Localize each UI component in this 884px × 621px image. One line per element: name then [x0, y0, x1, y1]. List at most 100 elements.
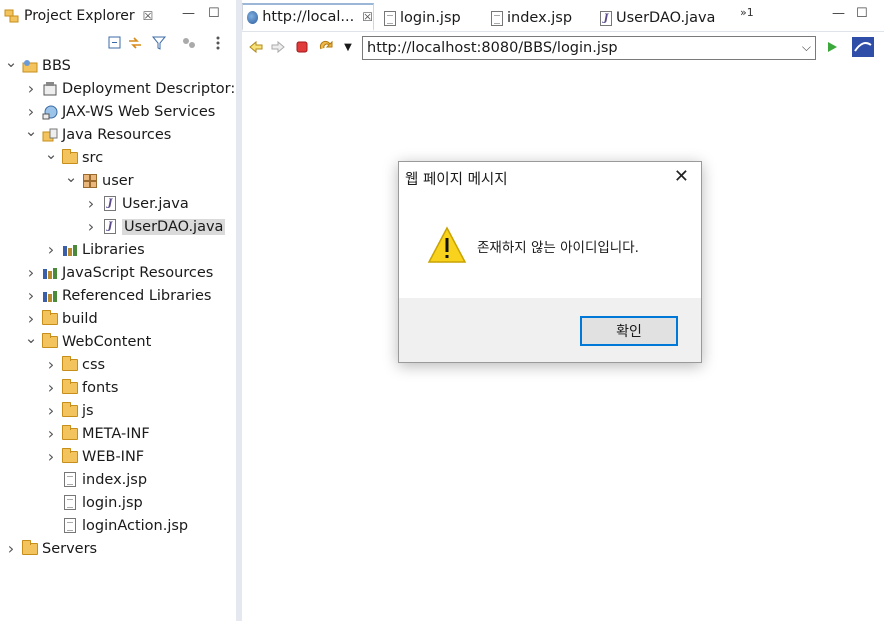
view-menu-icon[interactable] [210, 35, 226, 51]
package-icon [82, 173, 98, 189]
url-field[interactable]: http://localhost:8080/BBS/login.jsp ⌵ [362, 36, 816, 60]
chevron-right-icon[interactable]: › [24, 79, 38, 98]
back-icon[interactable] [248, 39, 264, 55]
tree-item[interactable]: › J UserDAO.java [84, 215, 226, 238]
close-icon[interactable]: ☒ [143, 9, 154, 23]
source-folder-icon [62, 148, 78, 166]
tree-item[interactable]: ⌄ WebContent [24, 329, 152, 353]
minimize-icon[interactable]: — [832, 6, 845, 21]
tree-item-label: User.java [122, 195, 189, 212]
tree-item[interactable]: › META-INF [44, 422, 150, 445]
tree-item[interactable]: › J User.java [84, 192, 189, 215]
java-resources-icon [42, 127, 58, 143]
tree-item[interactable]: ⌄ BBS [4, 53, 71, 77]
forward-icon[interactable] [270, 39, 286, 55]
browser-toolbar: ▼ http://localhost:8080/BBS/login.jsp ⌵ [242, 34, 884, 62]
tree-item[interactable]: › build [24, 307, 98, 330]
tree-item[interactable]: › Deployment Descriptor: B [24, 77, 236, 100]
chevron-right-icon[interactable]: › [44, 355, 58, 374]
go-icon[interactable] [824, 39, 840, 55]
tree-item[interactable]: › JavaScript Resources [24, 261, 214, 284]
tab-label: index.jsp [507, 10, 573, 26]
chevron-down-icon[interactable]: ⌵ [802, 40, 811, 55]
focus-icon[interactable] [181, 35, 197, 51]
maximize-icon[interactable]: ☐ [856, 6, 868, 21]
project-explorer-view: Project Explorer ☒ — ☐ ⌄ BBS › Deployment D… [0, 0, 236, 621]
chevron-right-icon[interactable]: › [24, 286, 38, 305]
chevron-down-icon[interactable]: ⌄ [44, 145, 58, 163]
chevron-right-icon[interactable]: › [84, 194, 98, 213]
jsp-file-icon [384, 10, 396, 26]
chevron-down-icon[interactable]: ⌄ [24, 329, 38, 347]
tree-item[interactable]: › Libraries [44, 238, 145, 261]
close-icon[interactable]: ✕ [674, 166, 689, 187]
view-toolbar [0, 32, 236, 54]
refresh-icon[interactable] [318, 39, 334, 55]
tree-item-label: BBS [42, 57, 71, 74]
minimize-icon[interactable]: — [182, 6, 195, 21]
stop-icon[interactable] [294, 39, 310, 55]
ok-button[interactable]: 확인 [580, 316, 678, 346]
tab-userdao-java[interactable]: J UserDAO.java [594, 5, 715, 31]
tree-item[interactable]: › js [44, 399, 94, 422]
editor-tab-bar: http://local... ☒ login.jsp index.jsp J … [242, 0, 884, 32]
tree-item-label: JAX-WS Web Services [62, 103, 216, 120]
tree-item-label: build [62, 310, 98, 327]
chevron-down-icon[interactable]: ▼ [340, 39, 356, 55]
tree-item[interactable]: ⌄ user [64, 168, 134, 192]
chevron-right-icon[interactable]: › [44, 378, 58, 397]
folder-icon [62, 378, 78, 396]
tree-item[interactable]: › WEB-INF [44, 445, 144, 468]
chevron-right-icon[interactable]: › [24, 102, 38, 121]
jsp-file-icon [62, 494, 78, 511]
tree-item[interactable]: loginAction.jsp [44, 514, 188, 537]
tab-label: UserDAO.java [616, 10, 716, 26]
chevron-down-icon[interactable]: ⌄ [64, 168, 78, 186]
close-icon[interactable]: ☒ [362, 10, 373, 24]
chevron-right-icon[interactable]: › [24, 263, 38, 282]
tree-item[interactable]: › JAX-WS Web Services [24, 100, 216, 123]
java-file-icon: J [102, 195, 118, 212]
tree-item[interactable]: index.jsp [44, 468, 147, 491]
tree-item[interactable]: › Referenced Libraries [24, 284, 212, 307]
tree-item[interactable]: › fonts [44, 376, 119, 399]
tree-item-label: loginAction.jsp [82, 517, 189, 534]
chevron-down-icon[interactable]: ⌄ [24, 122, 38, 140]
tab-login-jsp[interactable]: login.jsp [378, 5, 461, 31]
tree-item-label: Deployment Descriptor: B [62, 80, 236, 97]
tree-item[interactable]: › Servers [4, 537, 97, 560]
tree-item-label: Servers [42, 540, 98, 557]
filter-icon[interactable] [151, 35, 167, 51]
tab-browser[interactable]: http://local... ☒ [242, 3, 374, 31]
tree-item[interactable]: › css [44, 353, 105, 376]
tab-label: login.jsp [400, 10, 461, 26]
view-tab-bar: Project Explorer ☒ — ☐ [0, 0, 236, 30]
tree-item[interactable]: ⌄ src [44, 145, 103, 169]
tab-index-jsp[interactable]: index.jsp [485, 5, 572, 31]
chevron-right-icon[interactable]: › [44, 240, 58, 259]
chevron-right-icon[interactable]: › [84, 217, 98, 236]
chevron-right-icon[interactable]: › [44, 447, 58, 466]
chevron-right-icon[interactable]: › [4, 539, 18, 558]
tree-item-label: Java Resources [62, 126, 172, 143]
folder-icon [62, 424, 78, 442]
browser-settings-icon[interactable] [852, 37, 874, 57]
tree-item[interactable]: ⌄ Java Resources [24, 122, 172, 146]
folder-icon [62, 401, 78, 419]
collapse-all-icon[interactable] [107, 35, 123, 51]
chevron-down-icon[interactable]: ⌄ [4, 53, 18, 71]
tree-item[interactable]: login.jsp [44, 491, 143, 514]
link-with-editor-icon[interactable] [127, 35, 143, 51]
tree-item-label: UserDAO.java [122, 218, 226, 235]
maximize-icon[interactable]: ☐ [208, 6, 220, 21]
chevron-right-icon[interactable]: › [24, 309, 38, 328]
view-tab-label: Project Explorer [24, 8, 135, 24]
project-explorer-icon [4, 9, 19, 23]
java-file-icon: J [600, 10, 612, 26]
project-explorer-tab[interactable]: Project Explorer ☒ [0, 4, 153, 28]
chevron-right-icon[interactable]: › [44, 424, 58, 443]
tab-overflow-button[interactable]: »1 [740, 6, 754, 19]
chevron-right-icon[interactable]: › [44, 401, 58, 420]
